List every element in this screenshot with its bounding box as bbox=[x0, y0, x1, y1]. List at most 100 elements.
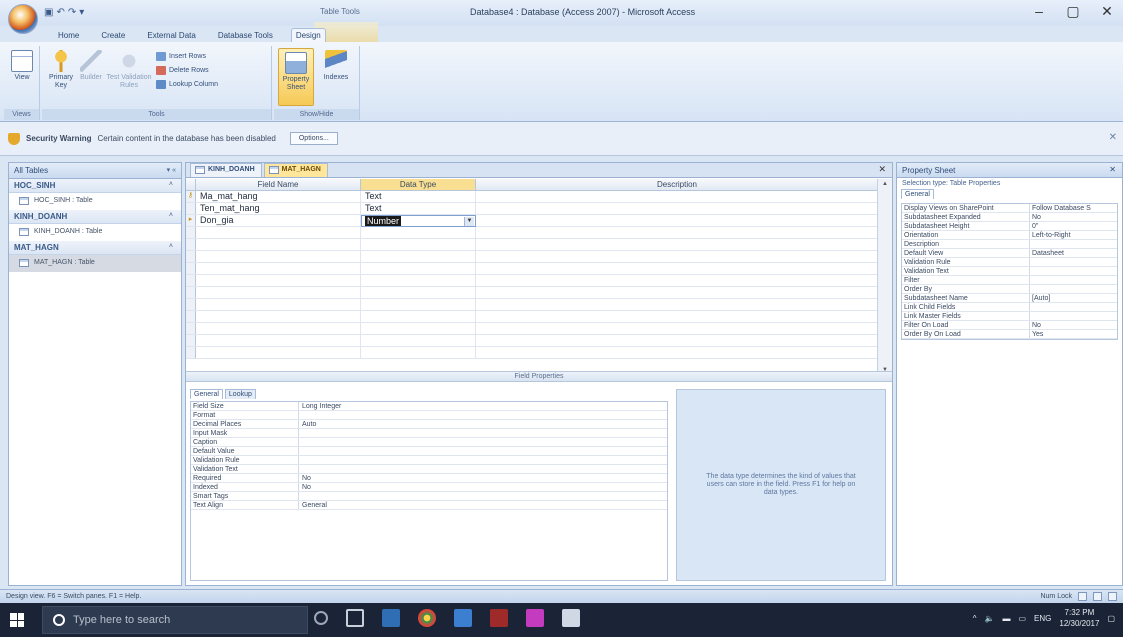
delete-rows-button[interactable]: Delete Rows bbox=[156, 66, 209, 75]
table-row[interactable] bbox=[186, 287, 878, 299]
chrome-icon[interactable] bbox=[418, 609, 436, 627]
property-row[interactable]: Link Child Fields bbox=[902, 303, 1117, 312]
table-row[interactable] bbox=[186, 227, 878, 239]
save-icon[interactable]: ▣ bbox=[44, 7, 53, 18]
property-row[interactable]: Display Views on SharePoint Follow Databa… bbox=[902, 204, 1117, 213]
property-row[interactable]: Validation Text bbox=[902, 267, 1117, 276]
paint-icon[interactable] bbox=[562, 609, 580, 627]
battery-icon[interactable]: ▭ bbox=[1018, 614, 1026, 623]
property-sheet-button[interactable]: Property Sheet bbox=[278, 48, 314, 106]
property-row[interactable]: Required No bbox=[191, 474, 667, 483]
tab-create[interactable]: Create bbox=[97, 29, 129, 42]
property-row[interactable]: Filter On Load No bbox=[902, 321, 1117, 330]
property-row[interactable]: Default Value bbox=[191, 447, 667, 456]
data-type-cell[interactable]: Text bbox=[361, 191, 476, 202]
description-cell[interactable] bbox=[476, 203, 878, 214]
search-input[interactable] bbox=[73, 614, 273, 626]
table-row[interactable] bbox=[186, 275, 878, 287]
options-button[interactable]: Options... bbox=[289, 132, 338, 145]
insert-rows-button[interactable]: Insert Rows bbox=[156, 52, 206, 61]
nav-pane-header[interactable]: All Tables ▾ « bbox=[9, 163, 181, 179]
nav-item-mat-hagn[interactable]: MAT_HAGN : Table bbox=[9, 255, 181, 272]
maximize-button[interactable]: ▢ bbox=[1063, 3, 1083, 20]
nav-group-kinh-doanh[interactable]: KINH_DOANH ˄ bbox=[9, 210, 181, 224]
data-type-dropdown[interactable]: Number ▼ bbox=[361, 215, 476, 227]
property-row[interactable]: Link Master Fields bbox=[902, 312, 1117, 321]
clock[interactable]: 7:32 PM 12/30/2017 bbox=[1059, 607, 1099, 629]
property-row[interactable]: Field Size Long Integer bbox=[191, 402, 667, 411]
tab-kinh-doanh[interactable]: KINH_DOANH bbox=[190, 163, 262, 177]
microphone-icon[interactable] bbox=[314, 611, 328, 625]
taskbar-search[interactable] bbox=[42, 606, 308, 634]
onenote-icon[interactable] bbox=[526, 609, 544, 627]
data-type-cell[interactable]: Number ▼ bbox=[361, 215, 476, 227]
design-view-icon[interactable] bbox=[1108, 592, 1117, 601]
primary-key-button[interactable]: Primary Key bbox=[46, 50, 76, 90]
property-row[interactable]: Caption bbox=[191, 438, 667, 447]
office-button[interactable] bbox=[8, 4, 38, 34]
redo-icon[interactable]: ↷ bbox=[68, 7, 76, 18]
description-cell[interactable] bbox=[476, 215, 878, 226]
table-row[interactable] bbox=[186, 239, 878, 251]
table-row[interactable] bbox=[186, 311, 878, 323]
property-row[interactable]: Orientation Left-to-Right bbox=[902, 231, 1117, 240]
table-row[interactable] bbox=[186, 335, 878, 347]
property-row[interactable]: Text Align General bbox=[191, 501, 667, 510]
property-row[interactable]: Order By bbox=[902, 285, 1117, 294]
builder-button[interactable]: Builder bbox=[78, 50, 104, 82]
pivot-view-icon[interactable] bbox=[1093, 592, 1102, 601]
close-icon[interactable]: ✕ bbox=[1109, 165, 1116, 174]
property-row[interactable]: Input Mask bbox=[191, 429, 667, 438]
field-name-cell[interactable]: Ma_mat_hang bbox=[196, 191, 361, 202]
tab-home[interactable]: Home bbox=[54, 29, 83, 42]
scroll-up-icon[interactable]: ▲ bbox=[880, 181, 890, 191]
datasheet-view-icon[interactable] bbox=[1078, 592, 1087, 601]
property-row[interactable]: Format bbox=[191, 411, 667, 420]
nav-group-mat-hagn[interactable]: MAT_HAGN ˄ bbox=[9, 241, 181, 255]
close-button[interactable]: ✕ bbox=[1097, 3, 1117, 20]
tab-lookup[interactable]: Lookup bbox=[224, 389, 256, 399]
minimize-button[interactable]: – bbox=[1029, 3, 1049, 20]
grid-scrollbar[interactable]: ▲ ▼ bbox=[877, 179, 892, 379]
table-row[interactable]: ▸ Don_gia Number ▼ bbox=[186, 215, 878, 227]
property-row[interactable]: Validation Text bbox=[191, 465, 667, 474]
property-row[interactable]: Subdatasheet Height 0" bbox=[902, 222, 1117, 231]
table-row[interactable] bbox=[186, 323, 878, 335]
access-icon[interactable] bbox=[490, 609, 508, 627]
language-indicator[interactable]: ENG bbox=[1034, 614, 1051, 623]
property-row[interactable]: Validation Rule bbox=[902, 258, 1117, 267]
field-name-cell[interactable]: Don_gia bbox=[196, 215, 361, 226]
close-icon[interactable]: ✕ bbox=[1109, 132, 1117, 143]
indexes-button[interactable]: Indexes bbox=[318, 50, 354, 82]
property-row[interactable]: Decimal Places Auto bbox=[191, 420, 667, 429]
windows-start-icon[interactable] bbox=[10, 613, 24, 627]
table-row[interactable] bbox=[186, 251, 878, 263]
chevron-down-icon[interactable]: ▼ bbox=[464, 217, 474, 226]
chevron-up-icon[interactable]: ^ bbox=[973, 614, 977, 623]
tab-database-tools[interactable]: Database Tools bbox=[214, 29, 277, 42]
field-name-cell[interactable]: Ten_mat_hang bbox=[196, 203, 361, 214]
notifications-icon[interactable]: ▢ bbox=[1107, 614, 1115, 623]
nav-item-kinh-doanh[interactable]: KINH_DOANH : Table bbox=[9, 224, 181, 241]
row-selector-current[interactable]: ▸ bbox=[186, 215, 196, 226]
tab-mat-hagn[interactable]: MAT_HAGN bbox=[263, 163, 328, 177]
file-explorer-icon[interactable] bbox=[382, 609, 400, 627]
view-button[interactable]: View bbox=[10, 50, 34, 82]
nav-pane-collapse-icon[interactable]: ▾ « bbox=[167, 166, 176, 174]
tab-design[interactable]: Design bbox=[290, 28, 326, 42]
customize-qat-icon[interactable]: ▾ bbox=[79, 7, 84, 18]
property-row[interactable]: Order By On Load Yes bbox=[902, 330, 1117, 339]
table-row[interactable] bbox=[186, 347, 878, 359]
volume-icon[interactable]: 🔈 bbox=[985, 614, 995, 623]
undo-icon[interactable]: ↶ bbox=[56, 7, 64, 18]
test-validation-button[interactable]: Test Validation Rules bbox=[106, 50, 152, 90]
close-document-icon[interactable]: ✕ bbox=[878, 164, 886, 175]
table-row[interactable]: ⚷ Ma_mat_hang Text bbox=[186, 191, 878, 203]
property-row[interactable]: Indexed No bbox=[191, 483, 667, 492]
nav-item-hoc-sinh[interactable]: HOC_SINH : Table bbox=[9, 193, 181, 210]
nav-group-hoc-sinh[interactable]: HOC_SINH ˄ bbox=[9, 179, 181, 193]
network-icon[interactable]: ▬ bbox=[1002, 614, 1010, 623]
lookup-column-button[interactable]: Lookup Column bbox=[156, 80, 218, 89]
property-row[interactable]: Filter bbox=[902, 276, 1117, 285]
property-row[interactable]: Default View Datasheet bbox=[902, 249, 1117, 258]
